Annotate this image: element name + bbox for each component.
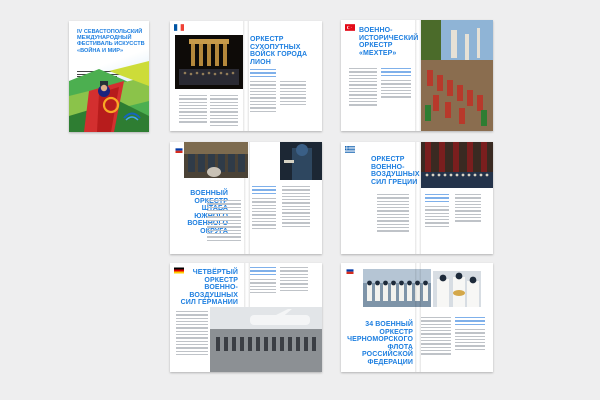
body-text-right bbox=[421, 317, 451, 357]
body-text-right-blue bbox=[250, 267, 276, 277]
body-text-right bbox=[250, 81, 276, 114]
spread-germany: ЧЕТВЁРТЫЙ ОРКЕСТР ВОЕННО-ВОЗДУШНЫХ СИЛ Г… bbox=[170, 263, 322, 372]
spread-title: ВОЕННО-ИСТОРИЧЕСКИЙ ОРКЕСТР «МЕХТЕР» bbox=[359, 27, 419, 57]
russia-flag-icon bbox=[175, 146, 183, 153]
body-text-right bbox=[252, 198, 276, 231]
spread-russia-south: ВОЕННЫЙ ОРКЕСТР ШТАБА ЮЖНОГО ВОЕННОГО ОК… bbox=[170, 142, 322, 254]
cover-logo bbox=[122, 109, 142, 123]
photo-navy-musicians bbox=[433, 271, 481, 307]
body-text-right bbox=[250, 279, 276, 295]
spread-title: ОРКЕСТР ВОЕННО-ВОЗДУШНЫХ СИЛ ГРЕЦИИ bbox=[371, 156, 420, 186]
body-text-left bbox=[179, 95, 207, 125]
body-text-left bbox=[176, 311, 208, 357]
spread-turkey: ВОЕННО-ИСТОРИЧЕСКИЙ ОРКЕСТР «МЕХТЕР» bbox=[341, 20, 493, 131]
body-text-left-2 bbox=[210, 95, 238, 128]
body-text-right-2 bbox=[280, 267, 308, 293]
body-text-right-2 bbox=[455, 194, 481, 224]
spread-france: ОРКЕСТР СУХОПУТНЫХ ВОЙСК ГОРОДА ЛИОН bbox=[170, 21, 322, 131]
body-text-left bbox=[207, 200, 241, 243]
france-flag-icon bbox=[174, 24, 184, 31]
body-text-left bbox=[349, 68, 377, 108]
spread-gutter bbox=[243, 21, 249, 131]
body-text-right bbox=[425, 206, 449, 229]
body-text-left-2 bbox=[381, 80, 411, 100]
photo-aircraft-hangar bbox=[210, 307, 322, 372]
spread-title: 34 ВОЕННЫЙ ОРКЕСТР ЧЕРНОМОРСКОГО ФЛОТА Р… bbox=[347, 321, 413, 366]
body-text-left-blue bbox=[381, 68, 411, 78]
photo-conductor bbox=[280, 142, 322, 180]
body-text-right-blue bbox=[455, 317, 485, 327]
photo-mehter-band bbox=[421, 20, 493, 131]
turkey-flag-icon bbox=[345, 24, 355, 31]
photo-brandenburg-gate bbox=[175, 35, 243, 89]
spread-russia-navy: 34 ВОЕННЫЙ ОРКЕСТР ЧЕРНОМОРСКОГО ФЛОТА Р… bbox=[341, 263, 493, 372]
russia-flag-icon bbox=[346, 267, 354, 274]
spread-title: ЧЕТВЁРТЫЙ ОРКЕСТР ВОЕННО-ВОЗДУШНЫХ СИЛ Г… bbox=[180, 269, 238, 307]
body-text-right-2 bbox=[280, 81, 306, 107]
photo-band-columns bbox=[421, 142, 493, 188]
body-text-right-blue bbox=[425, 194, 449, 204]
body-text-left bbox=[377, 194, 409, 234]
body-text-right-blue bbox=[250, 69, 276, 79]
spread-greece: ОРКЕСТР ВОЕННО-ВОЗДУШНЫХ СИЛ ГРЕЦИИ bbox=[341, 142, 493, 254]
body-text-right-2 bbox=[455, 329, 485, 352]
spread-title: ОРКЕСТР СУХОПУТНЫХ ВОЙСК ГОРОДА ЛИОН bbox=[250, 36, 308, 66]
body-text-right-blue bbox=[252, 186, 276, 196]
greece-flag-icon bbox=[345, 146, 355, 153]
cover-page: IV СЕВАСТОПОЛЬСКИЙ МЕЖДУНАРОДНЫЙ ФЕСТИВА… bbox=[69, 21, 149, 132]
body-text-right-2 bbox=[282, 186, 310, 229]
photo-band-drums bbox=[184, 142, 248, 178]
